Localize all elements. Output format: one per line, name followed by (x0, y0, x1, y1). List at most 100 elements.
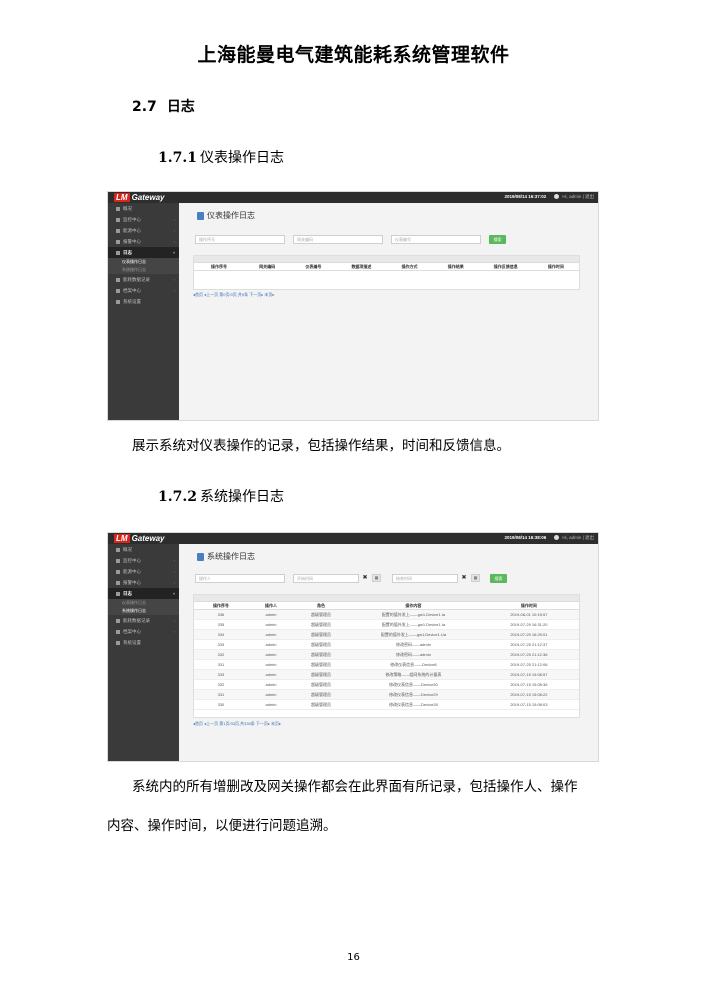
sidebar-item-monitor[interactable]: 监控中心 › (108, 555, 179, 566)
table-icon (116, 619, 120, 623)
start-time-input[interactable]: 开始时间 (293, 574, 359, 583)
chevron-right-icon: › (173, 569, 175, 574)
chevron-right-icon: › (173, 239, 175, 244)
sidebar-subitem-system-log[interactable]: 系统操作日志 (108, 607, 179, 615)
user-menu[interactable]: Hi, admin | 退出 (562, 535, 594, 540)
table-row[interactable]: 335 admin 超级管理员 配置的值外发上——gw1.Device1.Ia … (194, 620, 579, 630)
sidebar-item-archive[interactable]: 档案中心 › (108, 285, 179, 296)
table-row[interactable]: 331 admin 超级管理员 修改仪表信息——Device29 2019-07… (194, 690, 579, 700)
subsection-number: 1.7.1 (158, 150, 197, 166)
main-content: 仪表操作日志 操作序号 网关编码 仪表编号 搜索 操作序号 网关编码 仪表编号 … (179, 203, 598, 420)
end-time-input[interactable]: 结束时间 (392, 574, 458, 583)
subsection-heading-2: 1.7.2 系统操作日志 (158, 486, 284, 506)
table-body: 336 admin 超级管理员 配置的值外发上——gw1.Device1.Ia … (194, 610, 579, 710)
table-row[interactable]: 331 admin 超级管理员 修改仪表信息——Device8 2019-07-… (194, 660, 579, 670)
bell-icon (116, 581, 120, 585)
sidebar: 概况 监控中心 › 能源中心 › 报警中心 › 日志 ▾ 仪表操作日志 系统操作日志 能… (108, 544, 179, 761)
list-icon (116, 251, 120, 255)
top-right-info: 2019/08/14 16:37:02 Hi, admin | 退出 (505, 194, 594, 200)
sidebar-item-overview[interactable]: 概况 (108, 203, 179, 214)
app-logo: LM Gateway (114, 193, 165, 202)
app-logo: LM Gateway (114, 534, 165, 543)
search-button[interactable]: 搜索 (490, 574, 507, 583)
sidebar-item-monitor[interactable]: 监控中心 › (108, 214, 179, 225)
chevron-down-icon: ▾ (172, 250, 175, 255)
table-row[interactable]: 332 admin 超级管理员 修改仪表信息——Device30 2019-07… (194, 680, 579, 690)
sidebar-subitem-system-log[interactable]: 系统操作日志 (108, 266, 179, 274)
sidebar-item-alarm[interactable]: 报警中心 › (108, 577, 179, 588)
document-icon (197, 211, 204, 220)
paragraph-system-log-line1: 系统内的所有增删改及网关操作都会在此界面有所记录，包括操作人、操作 (132, 779, 578, 795)
top-bar: LM Gateway 2019/08/14 16:38:06 Hi, admin |… (108, 533, 598, 544)
sidebar-item-energy-records[interactable]: 能耗数据记录 › (108, 274, 179, 285)
list-icon (116, 592, 120, 596)
subsection-heading-1: 1.7.1 仪表操作日志 (158, 147, 284, 167)
chevron-right-icon: › (173, 277, 175, 282)
chevron-right-icon: › (173, 228, 175, 233)
chart-icon (116, 229, 120, 233)
chevron-right-icon: › (173, 217, 175, 222)
home-icon (116, 548, 120, 552)
chart-icon (116, 570, 120, 574)
subsection-number: 1.7.2 (158, 489, 197, 505)
document-icon (197, 552, 204, 561)
table-header: 操作序号 操作人 角色 操作内容 操作时间 (194, 602, 579, 610)
pagination[interactable]: ◂首页 ◂上一页 第0页/0页,共0条 下一页▸ 末页▸ (193, 292, 274, 298)
page-title: 系统操作日志 (197, 551, 255, 562)
sidebar-item-archive[interactable]: 档案中心 › (108, 626, 179, 637)
paragraph-system-log-line2: 内容、操作时间，以便进行问题追溯。 (107, 818, 337, 834)
table-row[interactable]: 333 admin 超级管理员 修改策略——组网系统的计量表 2019-07-1… (194, 670, 579, 680)
main-content: 系统操作日志 操作人 开始时间 ✖ ▦ 结束时间 ✖ ▦ 搜索 操作序号 操作人… (179, 544, 598, 761)
folder-icon (116, 630, 120, 634)
clear-end-time-icon[interactable]: ✖ (459, 574, 469, 583)
bell-icon (116, 240, 120, 244)
gear-icon (116, 300, 120, 304)
operation-id-input[interactable]: 操作序号 (195, 235, 285, 244)
section-title: 日志 (166, 99, 195, 115)
calendar-icon[interactable]: ▦ (471, 574, 480, 582)
top-right-info: 2019/08/14 16:38:06 Hi, admin | 退出 (505, 535, 594, 541)
clear-start-time-icon[interactable]: ✖ (360, 574, 370, 583)
sidebar-item-log[interactable]: 日志 ▾ (108, 588, 179, 599)
table-row[interactable]: 332 admin 超级管理员 修改密码——admin 2019-07-25 2… (194, 650, 579, 660)
gateway-code-input[interactable]: 网关编码 (293, 235, 383, 244)
user-icon (554, 535, 560, 541)
clock-readout: 2019/08/14 16:38:06 (504, 535, 547, 540)
section-number: 2.7 (132, 99, 157, 115)
table-row[interactable]: 336 admin 超级管理员 配置的值外发上——gw1.Device1.Ia … (194, 610, 579, 620)
search-button[interactable]: 搜索 (489, 235, 506, 244)
calendar-icon[interactable]: ▦ (372, 574, 381, 582)
sidebar-item-overview[interactable]: 概况 (108, 544, 179, 555)
table-row[interactable]: 334 admin 超级管理员 配置的值外发上——gw1.Device1.Ua … (194, 630, 579, 640)
folder-icon (116, 289, 120, 293)
meter-number-input[interactable]: 仪表编号 (391, 235, 481, 244)
monitor-icon (116, 218, 120, 222)
operator-input[interactable]: 操作人 (195, 574, 285, 583)
table-header: 操作序号 网关编码 仪表编号 数据项描述 操作方式 操作结果 操作反馈信息 操作… (194, 263, 579, 271)
screenshot-meter-log: LM Gateway 2019/08/14 16:37:02 Hi, admin |… (107, 191, 599, 421)
home-icon (116, 207, 120, 211)
table-row[interactable]: 330 admin 超级管理员 修改仪表信息——Device28 2019-07… (194, 700, 579, 710)
page-title: 仪表操作日志 (197, 210, 255, 221)
chevron-right-icon: › (173, 580, 175, 585)
sidebar-subitem-meter-log[interactable]: 仪表操作日志 (108, 599, 179, 607)
chevron-right-icon: › (173, 618, 175, 623)
sidebar-item-energy-records[interactable]: 能耗数据记录 › (108, 615, 179, 626)
chevron-down-icon: ▾ (172, 591, 175, 596)
screenshot-system-log: LM Gateway 2019/08/14 16:38:06 Hi, admin |… (107, 532, 599, 762)
sidebar-item-alarm[interactable]: 报警中心 › (108, 236, 179, 247)
sidebar-item-settings[interactable]: 系统设置 (108, 296, 179, 307)
sidebar-subitem-meter-log[interactable]: 仪表操作日志 (108, 258, 179, 266)
sidebar-item-energy[interactable]: 能源中心 › (108, 566, 179, 577)
monitor-icon (116, 559, 120, 563)
sidebar-item-energy[interactable]: 能源中心 › (108, 225, 179, 236)
user-menu[interactable]: Hi, admin | 退出 (562, 194, 594, 199)
sidebar-item-settings[interactable]: 系统设置 (108, 637, 179, 648)
table-row[interactable]: 333 admin 超级管理员 修改密码——admin 2019-07-25 2… (194, 640, 579, 650)
pagination[interactable]: ◂首页 ◂上一页 第1页/33页,共330条 下一页▸ 末页▸ (193, 721, 281, 727)
sidebar-item-log[interactable]: 日志 ▾ (108, 247, 179, 258)
top-bar: LM Gateway 2019/08/14 16:37:02 Hi, admin |… (108, 192, 598, 203)
table-toolbar (194, 595, 579, 602)
user-icon (554, 194, 560, 200)
table-icon (116, 278, 120, 282)
